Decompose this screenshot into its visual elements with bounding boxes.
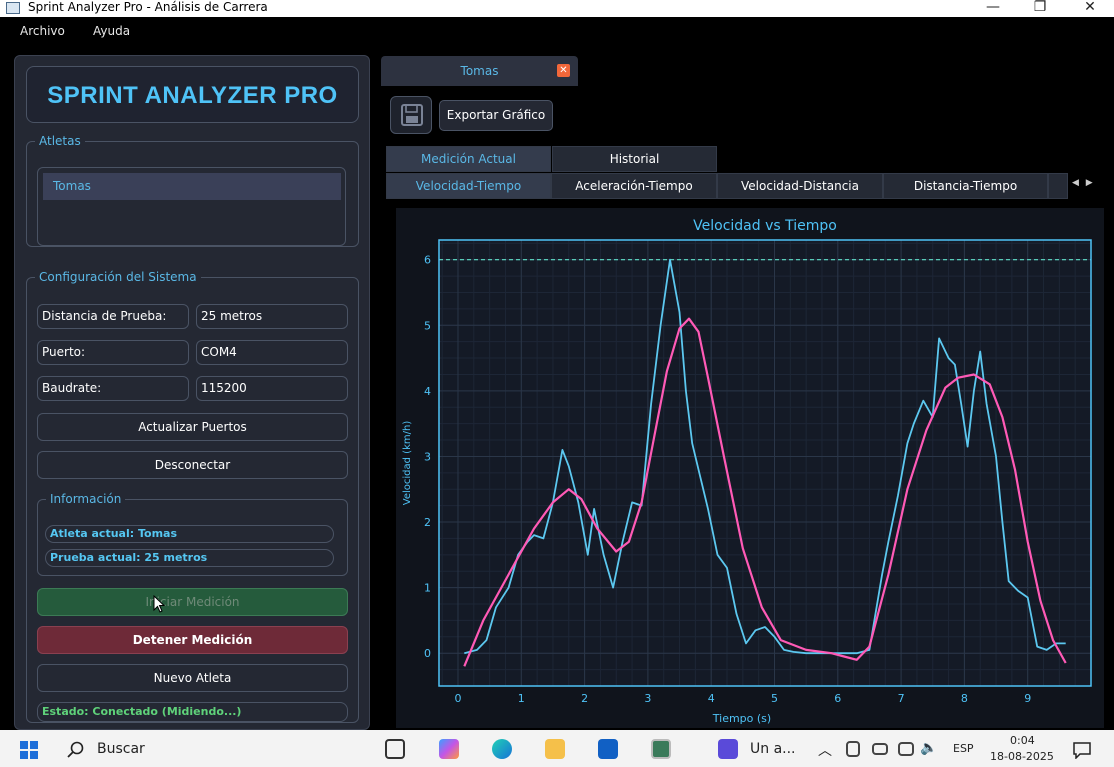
- menu-bar: Archivo Ayuda: [0, 17, 1114, 45]
- app-name: SPRINT ANALYZER PRO: [47, 82, 338, 109]
- notifications-icon[interactable]: [1072, 741, 1092, 759]
- x-tick-label: 9: [1024, 692, 1031, 705]
- tab-medicion-actual[interactable]: Medición Actual: [386, 146, 551, 172]
- task-view-icon[interactable]: [385, 739, 405, 759]
- export-chart-button[interactable]: Exportar Gráfico: [439, 100, 553, 131]
- edge-icon[interactable]: [492, 739, 512, 759]
- athletes-list[interactable]: Tomas: [37, 167, 346, 246]
- x-tick-label: 6: [834, 692, 841, 705]
- chart-title: Velocidad vs Tiempo: [693, 218, 837, 234]
- tray-chevron-up-icon[interactable]: ︿: [818, 740, 832, 760]
- tab-overflow[interactable]: [1048, 173, 1068, 199]
- disconnect-button[interactable]: Desconectar: [37, 451, 348, 479]
- x-tick-label: 1: [518, 692, 525, 705]
- tab-scroll-left-icon[interactable]: ◀: [1072, 178, 1079, 188]
- file-explorer-icon[interactable]: [545, 739, 565, 759]
- window-titlebar: Sprint Analyzer Pro - Análisis de Carrer…: [0, 0, 1114, 17]
- battery-icon[interactable]: [872, 743, 888, 755]
- x-tick-label: 5: [771, 692, 778, 705]
- tab-velocidad-distancia[interactable]: Velocidad-Distancia: [717, 173, 883, 199]
- start-measurement-button[interactable]: Iniciar Medición: [37, 588, 348, 616]
- volume-icon[interactable]: 🔈: [920, 740, 937, 756]
- control-panel: SPRINT ANALYZER PRO Atletas Tomas Config…: [14, 55, 370, 730]
- status-label: Estado: Conectado (Midiendo...): [37, 702, 348, 722]
- info-group-label: Información: [46, 492, 126, 506]
- y-tick-label: 4: [424, 385, 431, 398]
- save-button[interactable]: [390, 96, 432, 134]
- zoom-app-icon[interactable]: [718, 739, 738, 759]
- tab-aceleracion-tiempo[interactable]: Aceleración-Tiempo: [551, 173, 717, 199]
- window-title: Sprint Analyzer Pro - Análisis de Carrer…: [28, 0, 268, 14]
- x-axis-label: Tiempo (s): [712, 712, 771, 725]
- distance-label: Distancia de Prueba:: [37, 304, 189, 329]
- athletes-group: Atletas Tomas: [26, 134, 359, 247]
- x-tick-label: 8: [961, 692, 968, 705]
- taskbar-search[interactable]: Buscar: [57, 734, 357, 764]
- chart-container: 0 1 2 3 4 5 6 7 8 9 0 1 2 3 4 5 6 Velocidad vs Tiempo Tiem…: [396, 208, 1104, 728]
- x-tick-label: 7: [898, 692, 905, 705]
- sprint-app-icon[interactable]: [651, 739, 671, 759]
- app-window-icon: [6, 2, 20, 14]
- mouse-cursor-icon: [153, 595, 165, 613]
- menu-ayuda[interactable]: Ayuda: [93, 24, 130, 38]
- outlook-icon[interactable]: [598, 739, 618, 759]
- x-tick-label: 0: [454, 692, 461, 705]
- baudrate-label: Baudrate:: [37, 376, 189, 401]
- close-window-button[interactable]: ✕: [1067, 0, 1113, 16]
- x-tick-label: 3: [644, 692, 651, 705]
- athletes-group-label: Atletas: [35, 134, 85, 148]
- y-tick-label: 0: [424, 647, 431, 660]
- y-tick-label: 6: [424, 254, 431, 267]
- floppy-disk-icon: [401, 104, 423, 126]
- app-header: SPRINT ANALYZER PRO: [26, 66, 359, 123]
- current-test-label: Prueba actual: 25 metros: [45, 549, 334, 567]
- x-tick-label: 4: [708, 692, 715, 705]
- copilot-icon[interactable]: [439, 739, 459, 759]
- y-tick-label: 1: [424, 582, 431, 595]
- minimize-button[interactable]: —: [970, 0, 1016, 16]
- baudrate-field[interactable]: 115200: [196, 376, 348, 401]
- tab-velocidad-tiempo[interactable]: Velocidad-Tiempo: [386, 173, 551, 199]
- search-icon: [67, 741, 84, 758]
- port-label: Puerto:: [37, 340, 189, 365]
- maximize-button[interactable]: ❐: [1017, 0, 1063, 16]
- y-tick-label: 5: [424, 319, 431, 332]
- tab-distancia-tiempo[interactable]: Distancia-Tiempo: [883, 173, 1048, 199]
- clock-date[interactable]: 18-08-2025: [990, 750, 1054, 763]
- y-tick-label: 3: [424, 450, 431, 463]
- windows-start-icon[interactable]: [20, 741, 38, 759]
- tray-device-icon[interactable]: [846, 741, 860, 757]
- refresh-ports-button[interactable]: Actualizar Puertos: [37, 413, 348, 441]
- x-tick-label: 2: [581, 692, 588, 705]
- stop-measurement-button[interactable]: Detener Medición: [37, 626, 348, 654]
- network-icon[interactable]: [898, 742, 914, 756]
- windows-taskbar: Buscar Un a... ︿ 🔈 ESP 0:04 18-08-2025: [0, 730, 1114, 767]
- tab-tomas[interactable]: Tomas ✕: [381, 56, 578, 86]
- language-indicator[interactable]: ESP: [953, 742, 974, 755]
- tab-scroll-right-icon[interactable]: ▶: [1086, 178, 1093, 188]
- clock-time[interactable]: 0:04: [1010, 734, 1035, 747]
- config-group-label: Configuración del Sistema: [35, 270, 201, 284]
- close-tab-icon[interactable]: ✕: [557, 64, 570, 77]
- port-field[interactable]: COM4: [196, 340, 348, 365]
- doc-tab-label: Tomas: [460, 64, 499, 78]
- y-axis-label: Velocidad (km/h): [402, 421, 413, 506]
- tab-scroll-arrows[interactable]: ◀ ▶: [1072, 178, 1093, 188]
- y-tick-label: 2: [424, 516, 431, 529]
- menu-archivo[interactable]: Archivo: [20, 24, 65, 38]
- info-group: Información Atleta actual: Tomas Prueba …: [37, 492, 348, 576]
- current-athlete-label: Atleta actual: Tomas: [45, 525, 334, 543]
- distance-field[interactable]: 25 metros: [196, 304, 348, 329]
- tab-historial[interactable]: Historial: [552, 146, 717, 172]
- taskbar-app-label[interactable]: Un a...: [750, 741, 796, 757]
- velocity-time-chart[interactable]: 0 1 2 3 4 5 6 7 8 9 0 1 2 3 4 5 6 Velocidad vs Tiempo Tiem…: [396, 208, 1104, 728]
- athlete-list-item[interactable]: Tomas: [43, 173, 341, 200]
- new-athlete-button[interactable]: Nuevo Atleta: [37, 664, 348, 692]
